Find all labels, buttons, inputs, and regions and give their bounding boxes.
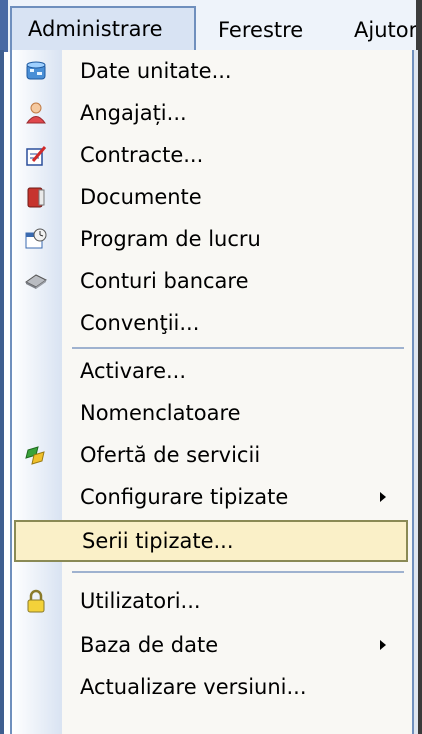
- menu-item-nomenclatoare[interactable]: Nomenclatoare: [12, 392, 412, 434]
- menu-item-label: Conturi bancare: [80, 269, 249, 293]
- submenu-arrow-icon: [380, 492, 386, 502]
- lock-icon: [24, 589, 48, 613]
- window-right-edge: [416, 0, 422, 52]
- menu-item-oferta-de-servicii[interactable]: Ofertă de servicii: [12, 434, 412, 476]
- menu-item-label: Activare...: [80, 359, 187, 383]
- menu-item-label: Nomenclatoare: [80, 401, 241, 425]
- menu-item-label: Serii tipizate...: [82, 529, 234, 553]
- menu-item-conventii[interactable]: Convenţii...: [12, 302, 412, 344]
- background-edge-right: [414, 50, 422, 734]
- administrare-dropdown-menu: Date unitate... Angajați... Contracte...: [10, 50, 414, 734]
- window-left-edge: [0, 0, 8, 52]
- menubar-item-ferestre[interactable]: Ferestre: [218, 10, 303, 50]
- menu-item-label: Convenţii...: [80, 311, 200, 335]
- contract-icon: [24, 143, 48, 167]
- menu-item-conturi-bancare[interactable]: Conturi bancare: [12, 260, 412, 302]
- menu-item-activare[interactable]: Activare...: [12, 350, 412, 392]
- menu-item-label: Angajați...: [80, 101, 187, 125]
- menubar: Administrare Ferestre Ajutor: [0, 0, 422, 52]
- menu-item-label: Documente: [80, 185, 202, 209]
- menu-separator: [72, 571, 404, 573]
- menu-item-date-unitate[interactable]: Date unitate...: [12, 50, 412, 92]
- menu-item-documente[interactable]: Documente: [12, 176, 412, 218]
- schedule-icon: [24, 227, 48, 251]
- person-icon: [24, 101, 48, 125]
- menu-item-label: Ofertă de servicii: [80, 443, 261, 467]
- background-edge-left: [0, 50, 4, 734]
- menu-item-utilizatori[interactable]: Utilizatori...: [12, 580, 412, 622]
- menu-item-serii-tipizate[interactable]: Serii tipizate...: [14, 520, 408, 562]
- documents-icon: [24, 185, 48, 209]
- submenu-arrow-icon: [380, 640, 386, 650]
- menu-item-label: Actualizare versiuni...: [80, 675, 307, 699]
- menu-item-actualizare-versiuni[interactable]: Actualizare versiuni...: [12, 666, 412, 708]
- menu-item-label: Contracte...: [80, 143, 204, 167]
- menu-separator: [72, 347, 404, 349]
- menu-item-label: Baza de date: [80, 633, 219, 657]
- bank-card-icon: [24, 269, 48, 293]
- menu-item-label: Utilizatori...: [80, 589, 201, 613]
- menu-item-baza-de-date[interactable]: Baza de date: [12, 624, 412, 666]
- menu-item-configurare-tipizate[interactable]: Configurare tipizate: [12, 476, 412, 518]
- database-icon: [24, 59, 48, 83]
- menu-item-program-de-lucru[interactable]: Program de lucru: [12, 218, 412, 260]
- menubar-item-ajutor[interactable]: Ajutor: [354, 10, 416, 50]
- menubar-item-administrare[interactable]: Administrare: [10, 6, 196, 52]
- menu-item-label: Program de lucru: [80, 227, 261, 251]
- menu-item-contracte[interactable]: Contracte...: [12, 134, 412, 176]
- menu-item-label: Date unitate...: [80, 59, 232, 83]
- offer-icon: [24, 443, 48, 467]
- menu-item-angajati[interactable]: Angajați...: [12, 92, 412, 134]
- menu-item-label: Configurare tipizate: [80, 485, 289, 509]
